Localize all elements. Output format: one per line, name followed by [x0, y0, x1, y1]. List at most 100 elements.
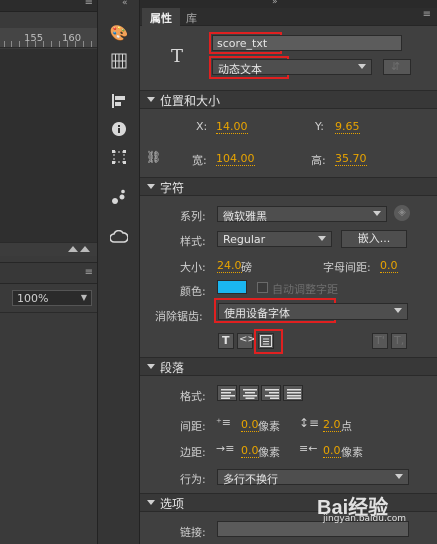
- right-margin-icon: ≡←: [299, 442, 318, 455]
- panel-menu-icon[interactable]: ≡: [423, 9, 431, 20]
- height-value[interactable]: 35.70: [335, 152, 367, 166]
- height-label: 高:: [311, 154, 326, 167]
- align-justify-icon: [287, 389, 301, 399]
- color-palette-icon[interactable]: 🎨: [108, 22, 130, 44]
- collapse-triangle-icon: [147, 500, 155, 505]
- text-color-swatch[interactable]: [217, 280, 247, 294]
- embed-button[interactable]: 嵌入...: [341, 230, 407, 248]
- scroll-up-icon[interactable]: [80, 246, 90, 252]
- right-margin-value[interactable]: 0.0: [323, 444, 341, 458]
- align-icon[interactable]: [108, 90, 130, 112]
- horizontal-scrollbar[interactable]: [0, 242, 97, 256]
- text-orientation-button[interactable]: ⇵: [383, 59, 411, 75]
- font-style-value: Regular: [223, 233, 266, 246]
- chevron-down-icon: [358, 64, 366, 69]
- section-title: 位置和大小: [160, 94, 221, 108]
- panel-menu-icon[interactable]: ≡: [85, 0, 93, 8]
- align-left-icon: [221, 389, 235, 399]
- auto-kern-checkbox[interactable]: [257, 282, 268, 293]
- superscript-icon: T': [375, 334, 385, 347]
- collapse-icon[interactable]: »: [272, 0, 278, 7]
- instance-name-input[interactable]: score_txt: [212, 35, 402, 51]
- left-margin-unit: 像素: [258, 446, 280, 459]
- align-center-icon: [243, 389, 257, 399]
- auto-kern-label: 自动调整字距: [272, 283, 338, 296]
- text-tool-icon: T: [171, 46, 184, 67]
- font-family-select[interactable]: 微软雅黑: [217, 206, 387, 223]
- chevron-down-icon: [395, 474, 403, 479]
- y-label: Y:: [315, 120, 324, 133]
- anti-alias-select[interactable]: 使用设备字体: [218, 303, 408, 320]
- align-right-button[interactable]: [261, 385, 281, 401]
- chevron-down-icon: [373, 211, 381, 216]
- panel-icon-strip: « 🎨: [97, 0, 140, 544]
- anti-alias-label: 消除锯齿:: [155, 310, 203, 323]
- width-label: 宽:: [192, 154, 207, 167]
- show-border-button[interactable]: [258, 333, 274, 349]
- selectable-text-button[interactable]: T: [218, 333, 234, 349]
- section-title: 段落: [160, 361, 185, 375]
- align-center-button[interactable]: [239, 385, 259, 401]
- chevron-down-icon: [318, 236, 326, 241]
- timeline-canvas[interactable]: [0, 49, 97, 242]
- transform-icon[interactable]: [108, 146, 130, 168]
- stage-toolbar: ≡: [0, 262, 97, 284]
- left-margin-value[interactable]: 0.0: [241, 444, 259, 458]
- font-style-select[interactable]: Regular: [217, 231, 332, 247]
- align-left-button[interactable]: [217, 385, 237, 401]
- ruler-label: 160: [62, 33, 82, 44]
- left-margin-icon: →≡: [216, 442, 235, 455]
- letter-spacing-value[interactable]: 0.0: [380, 259, 398, 273]
- font-style-label: 样式:: [180, 235, 206, 248]
- scroll-up-icon[interactable]: [68, 246, 78, 252]
- text-type-value: 动态文本: [218, 63, 262, 76]
- font-size-value[interactable]: 24.0: [217, 259, 242, 273]
- superscript-button[interactable]: T': [372, 333, 388, 349]
- section-position-size[interactable]: 位置和大小: [140, 90, 437, 109]
- collapse-triangle-icon: [147, 184, 155, 189]
- text-type-select[interactable]: 动态文本: [212, 59, 372, 76]
- creative-cloud-icon[interactable]: [108, 226, 130, 248]
- align-right-icon: [265, 389, 279, 399]
- font-size-label: 大小:: [180, 261, 206, 274]
- components-icon[interactable]: [108, 186, 130, 208]
- tab-properties[interactable]: 属性: [142, 8, 180, 26]
- section-character[interactable]: 字符: [140, 177, 437, 196]
- font-size-unit: 磅: [241, 261, 252, 274]
- indent-icon: ⁺≡: [216, 416, 232, 429]
- section-paragraph[interactable]: 段落: [140, 357, 437, 376]
- link-chain-icon[interactable]: ⛓: [146, 150, 161, 164]
- line-spacing-value[interactable]: 2.0: [323, 418, 341, 432]
- indent-unit: 像素: [258, 420, 280, 433]
- text-orientation-icon: ⇵: [391, 60, 401, 73]
- format-label: 格式:: [180, 390, 206, 403]
- y-value[interactable]: 9.65: [335, 120, 360, 134]
- watermark-url: jingyan.baidu.com: [323, 514, 407, 524]
- margin-label: 边距:: [180, 446, 206, 459]
- behavior-label: 行为:: [180, 473, 206, 486]
- info-icon[interactable]: [108, 118, 130, 140]
- subscript-button[interactable]: T,: [391, 333, 407, 349]
- collapse-triangle-icon: [147, 97, 155, 102]
- align-justify-button[interactable]: [283, 385, 303, 401]
- x-label: X:: [196, 120, 208, 133]
- zoom-select[interactable]: 100% ▼: [12, 290, 92, 306]
- chevron-down-icon: ▼: [80, 293, 87, 302]
- indent-value[interactable]: 0.0: [241, 418, 259, 432]
- section-title: 字符: [160, 181, 185, 195]
- render-html-button[interactable]: <>: [237, 333, 256, 349]
- panel-title-bar: »: [140, 0, 437, 8]
- panel-menu-icon[interactable]: ≡: [85, 267, 93, 278]
- swatches-grid-icon[interactable]: [108, 50, 130, 72]
- collapse-icon[interactable]: «: [122, 0, 128, 8]
- horizontal-ruler: 155 160: [0, 28, 97, 48]
- link-label: 链接:: [180, 526, 206, 539]
- watermark: Bai经验 jingyan.baidu.com: [317, 483, 435, 527]
- anti-alias-value: 使用设备字体: [224, 307, 290, 320]
- zoom-value: 100%: [17, 292, 49, 305]
- width-value[interactable]: 104.00: [216, 152, 255, 166]
- x-value[interactable]: 14.00: [216, 120, 248, 134]
- tab-library[interactable]: 库: [178, 8, 205, 26]
- chevron-down-icon: [394, 308, 402, 313]
- behavior-value: 多行不换行: [223, 473, 278, 486]
